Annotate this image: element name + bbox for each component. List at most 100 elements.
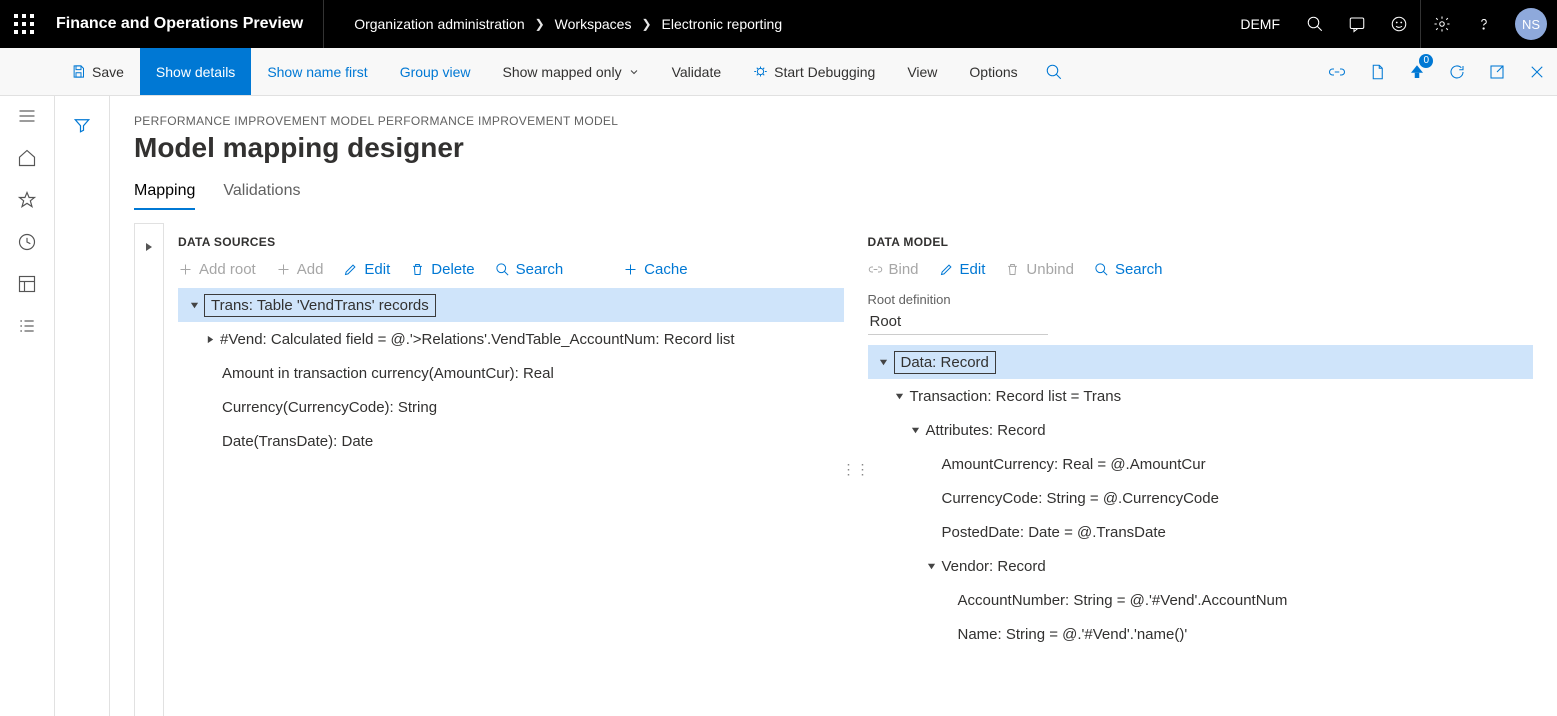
tree-node-data[interactable]: Data: Record — [868, 345, 1534, 379]
tree-node-posteddate[interactable]: PostedDate: Date = @.TransDate — [868, 515, 1534, 549]
refresh-icon[interactable] — [1437, 48, 1477, 95]
collapse-icon[interactable] — [906, 426, 926, 435]
tree-node-date[interactable]: Date(TransDate): Date — [178, 424, 844, 458]
start-debugging-button[interactable]: Start Debugging — [737, 48, 891, 95]
chat-icon[interactable] — [1336, 0, 1378, 48]
tree-node-name[interactable]: Name: String = @.'#Vend'.'name()' — [868, 617, 1534, 651]
collapse-icon[interactable] — [890, 392, 910, 401]
tree-node-vendor[interactable]: Vendor: Record — [868, 549, 1534, 583]
data-model-tree: Data: Record Transaction: Record list = … — [868, 345, 1534, 651]
unbind-button[interactable]: Unbind — [1005, 261, 1074, 278]
breadcrumb-item[interactable]: Organization administration — [354, 16, 524, 32]
tree-node-attributes[interactable]: Attributes: Record — [868, 413, 1534, 447]
hamburger-placeholder — [0, 48, 55, 95]
show-details-button[interactable]: Show details — [140, 48, 251, 95]
home-icon[interactable] — [17, 148, 37, 168]
expand-icon[interactable] — [200, 335, 220, 344]
command-bar: Save Show details Show name first Group … — [0, 48, 1557, 96]
node-label: Vendor: Record — [942, 558, 1046, 575]
tree-node-trans[interactable]: Trans: Table 'VendTrans' records — [178, 288, 844, 322]
app-title: Finance and Operations Preview — [48, 15, 323, 33]
root-definition-label: Root definition — [868, 292, 1534, 307]
node-label: #Vend: Calculated field = @.'>Relations'… — [220, 331, 735, 348]
split-handle[interactable]: ⋮⋮ — [844, 223, 868, 716]
tab-validations[interactable]: Validations — [223, 182, 300, 210]
save-label: Save — [92, 64, 124, 80]
popout-icon[interactable] — [1477, 48, 1517, 95]
help-icon[interactable] — [1463, 0, 1505, 48]
search-icon[interactable] — [1294, 0, 1336, 48]
bind-button[interactable]: Bind — [868, 261, 919, 278]
breadcrumb-item[interactable]: Electronic reporting — [662, 16, 783, 32]
search-button[interactable]: Search — [495, 261, 564, 278]
filter-icon[interactable] — [73, 116, 91, 716]
breadcrumb-item[interactable]: Workspaces — [555, 16, 632, 32]
unbind-label: Unbind — [1026, 261, 1074, 278]
page-title: Model mapping designer — [134, 132, 1533, 164]
save-button[interactable]: Save — [55, 48, 140, 95]
node-label: CurrencyCode: String = @.CurrencyCode — [942, 490, 1219, 507]
workspaces-icon[interactable] — [17, 274, 37, 294]
dm-edit-button[interactable]: Edit — [939, 261, 986, 278]
document-icon[interactable] — [1357, 48, 1397, 95]
show-mapped-only-dropdown[interactable]: Show mapped only — [487, 48, 656, 95]
collapse-icon[interactable] — [874, 358, 894, 367]
waffle-icon[interactable] — [0, 0, 48, 48]
filter-rail — [55, 96, 110, 716]
tree-node-amountcurrency[interactable]: AmountCurrency: Real = @.AmountCur — [868, 447, 1534, 481]
notification-badge: 0 — [1419, 54, 1433, 68]
edit-label: Edit — [364, 261, 390, 278]
smiley-icon[interactable] — [1378, 0, 1420, 48]
collapse-icon[interactable] — [922, 562, 942, 571]
node-label: Date(TransDate): Date — [222, 433, 373, 450]
gear-icon[interactable] — [1421, 0, 1463, 48]
validate-label: Validate — [672, 64, 722, 80]
dm-edit-label: Edit — [960, 261, 986, 278]
tree-node-vend[interactable]: #Vend: Calculated field = @.'>Relations'… — [178, 322, 844, 356]
link-icon[interactable] — [1317, 48, 1357, 95]
group-view-button[interactable]: Group view — [384, 48, 487, 95]
user-avatar[interactable]: NS — [1515, 8, 1547, 40]
show-mapped-only-label: Show mapped only — [503, 64, 622, 80]
toolbar-search-icon[interactable] — [1034, 48, 1074, 95]
data-sources-title: DATA SOURCES — [178, 223, 844, 257]
bind-label: Bind — [889, 261, 919, 278]
root-definition-value[interactable]: Root — [868, 309, 1048, 335]
add-label: Add — [297, 261, 324, 278]
cache-button[interactable]: Cache — [623, 261, 687, 278]
show-name-first-label: Show name first — [267, 64, 367, 80]
node-label: Attributes: Record — [926, 422, 1046, 439]
close-icon[interactable] — [1517, 48, 1557, 95]
edit-button[interactable]: Edit — [343, 261, 390, 278]
node-label: AmountCurrency: Real = @.AmountCur — [942, 456, 1206, 473]
delete-button[interactable]: Delete — [410, 261, 474, 278]
hamburger-icon[interactable] — [17, 106, 37, 126]
node-label: AccountNumber: String = @.'#Vend'.Accoun… — [958, 592, 1288, 609]
tabs: Mapping Validations — [134, 182, 1533, 211]
tree-node-accountnumber[interactable]: AccountNumber: String = @.'#Vend'.Accoun… — [868, 583, 1534, 617]
options-menu[interactable]: Options — [953, 48, 1033, 95]
data-sources-toolbar: Add root Add Edit Delete — [178, 257, 844, 288]
notifications-icon[interactable]: 0 — [1397, 48, 1437, 95]
tree-node-currency[interactable]: Currency(CurrencyCode): String — [178, 390, 844, 424]
tree-node-amount[interactable]: Amount in transaction currency(AmountCur… — [178, 356, 844, 390]
modules-icon[interactable] — [17, 316, 37, 336]
tree-node-transaction[interactable]: Transaction: Record list = Trans — [868, 379, 1534, 413]
show-name-first-button[interactable]: Show name first — [251, 48, 383, 95]
main-area: PERFORMANCE IMPROVEMENT MODEL PERFORMANC… — [0, 96, 1557, 716]
view-menu[interactable]: View — [891, 48, 953, 95]
add-button[interactable]: Add — [276, 261, 324, 278]
recent-icon[interactable] — [17, 232, 37, 252]
tree-node-currencycode[interactable]: CurrencyCode: String = @.CurrencyCode — [868, 481, 1534, 515]
add-root-button[interactable]: Add root — [178, 261, 256, 278]
data-source-types-rail[interactable] — [134, 223, 164, 716]
favorites-icon[interactable] — [17, 190, 37, 210]
validate-button[interactable]: Validate — [656, 48, 738, 95]
company-code[interactable]: DEMF — [1226, 16, 1294, 32]
tab-mapping[interactable]: Mapping — [134, 182, 195, 210]
collapse-icon[interactable] — [184, 301, 204, 310]
dm-search-button[interactable]: Search — [1094, 261, 1163, 278]
dm-search-label: Search — [1115, 261, 1163, 278]
left-nav-rail — [0, 96, 55, 716]
chevron-right-icon: ❯ — [535, 17, 545, 31]
